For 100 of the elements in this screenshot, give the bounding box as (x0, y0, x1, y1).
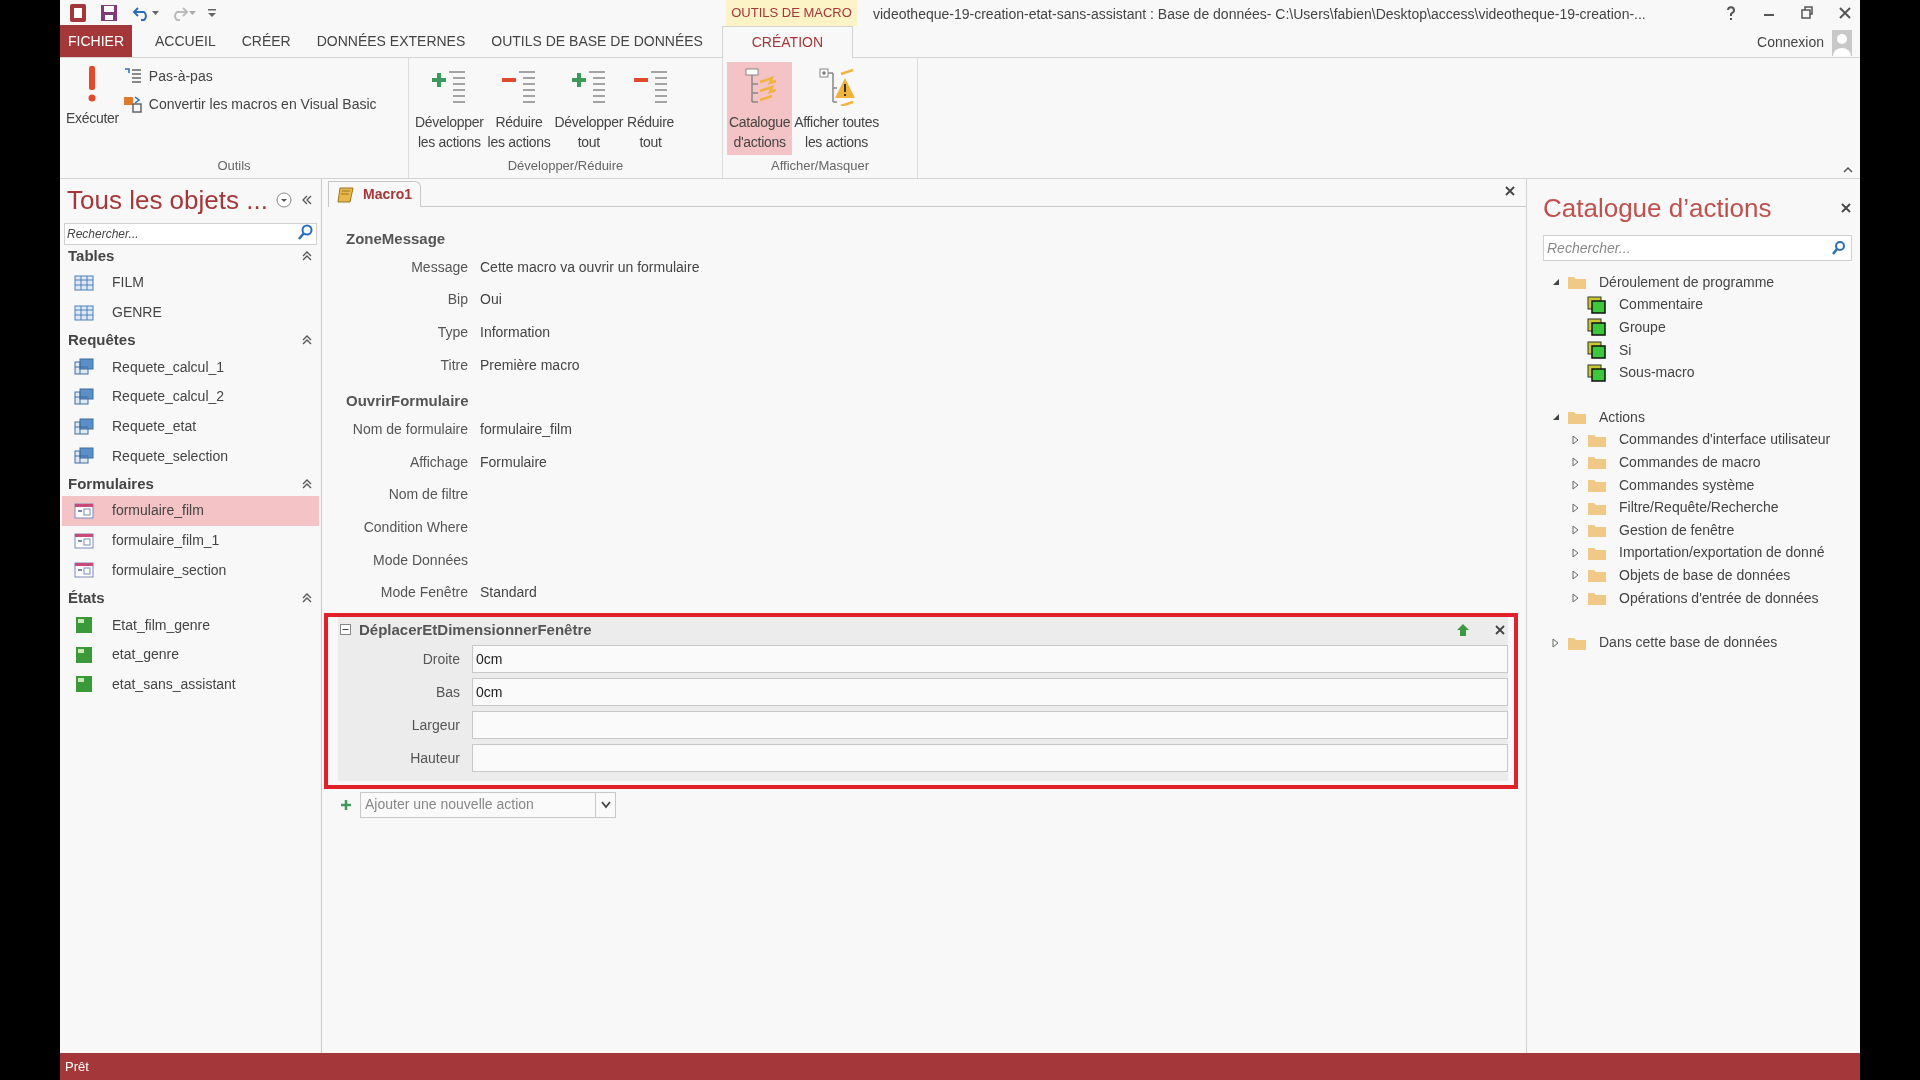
collapse-ribbon-icon[interactable] (1842, 164, 1854, 174)
ribbon-button[interactable]: Catalogue d'actions (727, 62, 793, 155)
nav-item[interactable]: formulaire_film (62, 496, 319, 526)
collapse-group-icon[interactable] (301, 478, 313, 491)
search-icon[interactable] (297, 223, 315, 241)
collapse-group-icon[interactable] (301, 250, 313, 262)
ribbon-tab[interactable]: CRÉER (230, 25, 302, 57)
collapsed-arrow-icon[interactable] (1571, 570, 1581, 581)
ribbon-tab[interactable]: FICHIER (60, 25, 132, 57)
dropdown-icon[interactable] (275, 191, 293, 209)
nav-item[interactable]: etat_sans_assistant (62, 669, 319, 700)
nav-group-header[interactable]: Tables (68, 244, 115, 268)
save-icon[interactable] (100, 4, 118, 22)
argument-field[interactable] (472, 711, 1508, 740)
form-icon (74, 561, 94, 580)
collapsed-arrow-icon[interactable] (1571, 434, 1581, 445)
argument-field[interactable]: 0cm (472, 645, 1508, 674)
delete-icon[interactable] (1494, 623, 1506, 636)
query-icon (74, 447, 94, 466)
collapsed-arrow-icon[interactable] (1551, 637, 1561, 648)
restore-icon[interactable] (1800, 5, 1814, 21)
search-field[interactable]: Rechercher... (64, 223, 317, 245)
nav-item[interactable]: Requete_calcul_1 (62, 352, 319, 383)
ribbon-button[interactable]: Pas-à-pas (120, 64, 379, 88)
expanded-arrow-icon[interactable] (1551, 412, 1561, 423)
tree-item[interactable]: Objets de base de données (1543, 564, 1852, 587)
folder-icon (1587, 590, 1607, 606)
nav-item[interactable]: FILM (62, 268, 319, 298)
collapsed-arrow-icon[interactable] (1571, 457, 1581, 468)
nav-item[interactable]: formulaire_section (62, 555, 319, 586)
expanded-arrow-icon[interactable] (1551, 277, 1561, 288)
tree-item[interactable]: Importation/exportation de donné (1543, 541, 1852, 565)
report-icon (74, 645, 94, 664)
collapsed-arrow-icon[interactable] (1571, 593, 1581, 603)
document-tab[interactable]: Macro1 (328, 181, 422, 207)
ribbon-button[interactable]: Exécuter (64, 62, 121, 131)
ribbon-button[interactable]: Convertir les macros en Visual Basic (120, 92, 379, 116)
nav-item[interactable]: Requete_etat (62, 411, 319, 442)
step-icon (122, 67, 143, 85)
report-icon (74, 616, 94, 635)
nav-group-header[interactable]: Formulaires (68, 472, 154, 496)
add-action-dropdown[interactable]: Ajouter une nouvelle action (360, 791, 616, 818)
add-icon (340, 798, 352, 811)
argument-field[interactable] (472, 744, 1508, 773)
tree-item[interactable]: Commandes système (1543, 473, 1852, 497)
ribbon-button[interactable]: Développer tout (552, 62, 626, 155)
tree-item[interactable]: Sous-macro (1543, 361, 1852, 384)
argument-value: formulaire_film (480, 420, 572, 440)
tree-item[interactable]: Dans cette base de données (1543, 631, 1852, 654)
nav-item[interactable]: etat_genre (62, 639, 319, 670)
tree-item[interactable]: Opérations d'entrée de données (1543, 586, 1852, 610)
folder-icon (1567, 409, 1587, 426)
nav-item[interactable]: Requete_calcul_2 (62, 382, 319, 412)
argument-value: Formulaire (480, 452, 547, 472)
tree-item[interactable]: Commandes de macro (1543, 451, 1852, 474)
search-field[interactable]: Rechercher... (1543, 235, 1852, 261)
tree-item[interactable]: Gestion de fenêtre (1543, 518, 1852, 542)
close-icon[interactable] (1840, 202, 1852, 214)
ribbon-tab[interactable]: ACCUEIL (144, 25, 227, 57)
close-icon[interactable] (1838, 5, 1852, 21)
tree-item[interactable]: Commentaire (1543, 293, 1852, 317)
tree-item[interactable]: Commandes d'interface utilisateur (1543, 428, 1852, 452)
ribbon-tab[interactable]: DONNÉES EXTERNES (305, 25, 477, 57)
tree-item[interactable]: Actions (1543, 405, 1852, 429)
collapsed-arrow-icon[interactable] (1571, 547, 1581, 558)
ribbon-group-label: Développer/Réduire (506, 157, 625, 175)
ribbon-button[interactable]: Développer les actions (413, 62, 486, 155)
nav-group-header[interactable]: États (68, 586, 105, 610)
ribbon-button[interactable]: Réduire tout (625, 62, 676, 155)
help-icon[interactable] (1724, 5, 1738, 21)
argument-label: Message (411, 257, 468, 277)
collapse-group-icon[interactable] (301, 592, 313, 605)
tree-item[interactable]: Si (1543, 338, 1852, 362)
collapsed-arrow-icon[interactable] (1571, 480, 1581, 491)
nav-item[interactable]: Requete_selection (62, 441, 319, 472)
ribbon-button[interactable]: Réduire les actions (485, 62, 553, 155)
nav-item[interactable]: formulaire_film_1 (62, 525, 319, 556)
report-icon (74, 675, 94, 694)
move-up-icon[interactable] (1456, 622, 1470, 637)
search-icon[interactable] (1831, 240, 1847, 256)
collapsed-arrow-icon[interactable] (1571, 502, 1581, 513)
collapsed-arrow-icon[interactable] (1571, 525, 1581, 536)
nav-group-header[interactable]: Requêtes (68, 329, 136, 352)
collapse-toggle-icon[interactable] (340, 624, 351, 636)
nav-item[interactable]: GENRE (62, 297, 319, 328)
ribbon-tab[interactable]: CRÉATION (721, 26, 853, 58)
ribbon-button[interactable]: Afficher toutes les actions (792, 62, 881, 155)
form-icon (74, 501, 94, 520)
caret-icon[interactable] (152, 11, 159, 15)
tree-item[interactable]: Déroulement de programme (1543, 271, 1852, 294)
argument-field[interactable]: 0cm (472, 678, 1508, 707)
argument-label: Bip (447, 290, 468, 310)
close-icon[interactable] (1504, 185, 1516, 197)
ribbon-tab[interactable]: OUTILS DE BASE DE DONNÉES (480, 25, 714, 57)
tree-item[interactable]: Groupe (1543, 316, 1852, 339)
tree-item[interactable]: Filtre/Requête/Recherche (1543, 496, 1852, 519)
nav-item[interactable]: Etat_film_genre (62, 610, 319, 640)
collapse-pane-icon[interactable] (301, 194, 313, 206)
collapse-group-icon[interactable] (301, 334, 313, 347)
account-link[interactable]: Connexion (1757, 31, 1824, 53)
